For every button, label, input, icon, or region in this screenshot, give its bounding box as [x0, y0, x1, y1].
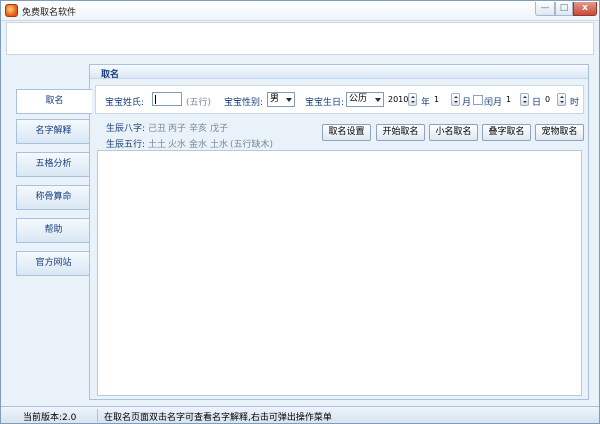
- pet-naming-button[interactable]: 宠物取名: [535, 124, 584, 141]
- surname-label: 宝宝姓氏:: [105, 98, 145, 108]
- stepper-arrows-icon[interactable]: [557, 93, 566, 106]
- bazi-value: 丙子: [168, 124, 187, 134]
- hour-value: 0: [545, 95, 551, 104]
- status-tip-text: 在取名页面双击名字可查看名字解释,右击可弹出操作菜单: [104, 413, 332, 423]
- name-results-list[interactable]: [97, 150, 582, 396]
- gender-select[interactable]: 男: [267, 92, 295, 107]
- nav-item-naming[interactable]: 取名: [16, 89, 92, 114]
- double-char-naming-button[interactable]: 叠字取名: [482, 124, 531, 141]
- text-caret: [155, 95, 156, 104]
- stepper-arrows-icon[interactable]: [520, 93, 529, 106]
- window-title: 免费取名软件: [22, 8, 77, 18]
- surname-input[interactable]: [152, 92, 182, 106]
- bazi-value: 辛亥: [189, 124, 208, 134]
- app-logo-icon: [5, 4, 18, 17]
- gender-selected: 男: [270, 94, 280, 104]
- baby-info-form: 宝宝姓氏: (五行) 宝宝性别: 男 宝宝生日: 公历 2010 年 1 月 闰…: [95, 85, 584, 114]
- nav-item-wuge-analysis[interactable]: 五格分析: [16, 152, 90, 177]
- leap-month-label: 闰月: [484, 98, 503, 108]
- gender-label: 宝宝性别:: [224, 98, 264, 108]
- hour-stepper[interactable]: 0: [543, 92, 567, 107]
- day-stepper[interactable]: 1: [504, 92, 530, 107]
- maximize-button[interactable]: □: [555, 2, 573, 16]
- nickname-naming-button[interactable]: 小名取名: [429, 124, 478, 141]
- bazi-value: 己丑: [148, 124, 167, 134]
- nav-item-name-explain[interactable]: 名字解释: [16, 119, 90, 144]
- nav-item-official-site[interactable]: 官方网站: [16, 251, 90, 276]
- bazi-label: 生辰八字:: [106, 124, 146, 134]
- wuxing-value: 土水: [210, 140, 229, 150]
- app-window: 免费取名软件 — □ x 取名 名字解释 五格分析 称骨算命 帮助 官方网站 取…: [0, 0, 600, 424]
- status-bar: 当前版本:2.0 在取名页面双击名字可查看名字解释,右击可弹出操作菜单: [1, 406, 599, 423]
- wuxing-value: 土土: [148, 140, 167, 150]
- birthday-label: 宝宝生日:: [305, 98, 345, 108]
- naming-panel: 取名 宝宝姓氏: (五行) 宝宝性别: 男 宝宝生日: 公历 2010 年 1 …: [89, 64, 589, 400]
- wuxing-missing-note: (五行缺木): [230, 140, 274, 150]
- nav-item-bone-weight[interactable]: 称骨算命: [16, 185, 90, 210]
- surname-wuxing-hint: (五行): [186, 98, 212, 108]
- month-stepper[interactable]: 1: [432, 92, 461, 107]
- bazi-value: 戊子: [210, 124, 229, 134]
- stepper-arrows-icon[interactable]: [408, 93, 417, 106]
- version-text: 当前版本:2.0: [23, 413, 77, 423]
- top-banner-area: [6, 22, 594, 55]
- wuxing-value: 火水: [168, 140, 187, 150]
- stepper-arrows-icon[interactable]: [451, 93, 460, 106]
- year-unit: 年: [421, 98, 431, 108]
- wuxing-label: 生辰五行:: [106, 140, 146, 150]
- month-value: 1: [434, 95, 440, 104]
- day-value: 1: [506, 95, 512, 104]
- minimize-button[interactable]: —: [535, 2, 555, 16]
- hour-unit: 时: [570, 98, 580, 108]
- calendar-selected: 公历: [349, 94, 368, 104]
- chevron-down-icon: [375, 98, 381, 102]
- leap-month-checkbox[interactable]: [473, 95, 483, 105]
- nav-item-help[interactable]: 帮助: [16, 218, 90, 243]
- chevron-down-icon: [286, 98, 292, 102]
- title-bar[interactable]: 免费取名软件 — □ x: [1, 1, 599, 21]
- wuxing-value: 金水: [189, 140, 208, 150]
- start-naming-button[interactable]: 开始取名: [376, 124, 425, 141]
- year-stepper[interactable]: 2010: [386, 92, 418, 107]
- month-unit: 月: [462, 98, 472, 108]
- year-value: 2010: [388, 95, 409, 104]
- day-unit: 日: [532, 98, 542, 108]
- panel-title: 取名: [101, 70, 120, 80]
- close-button[interactable]: x: [573, 2, 597, 16]
- naming-settings-button[interactable]: 取名设置: [322, 124, 371, 141]
- calendar-type-select[interactable]: 公历: [346, 92, 384, 107]
- panel-header: 取名: [90, 65, 588, 80]
- status-divider: [97, 409, 98, 422]
